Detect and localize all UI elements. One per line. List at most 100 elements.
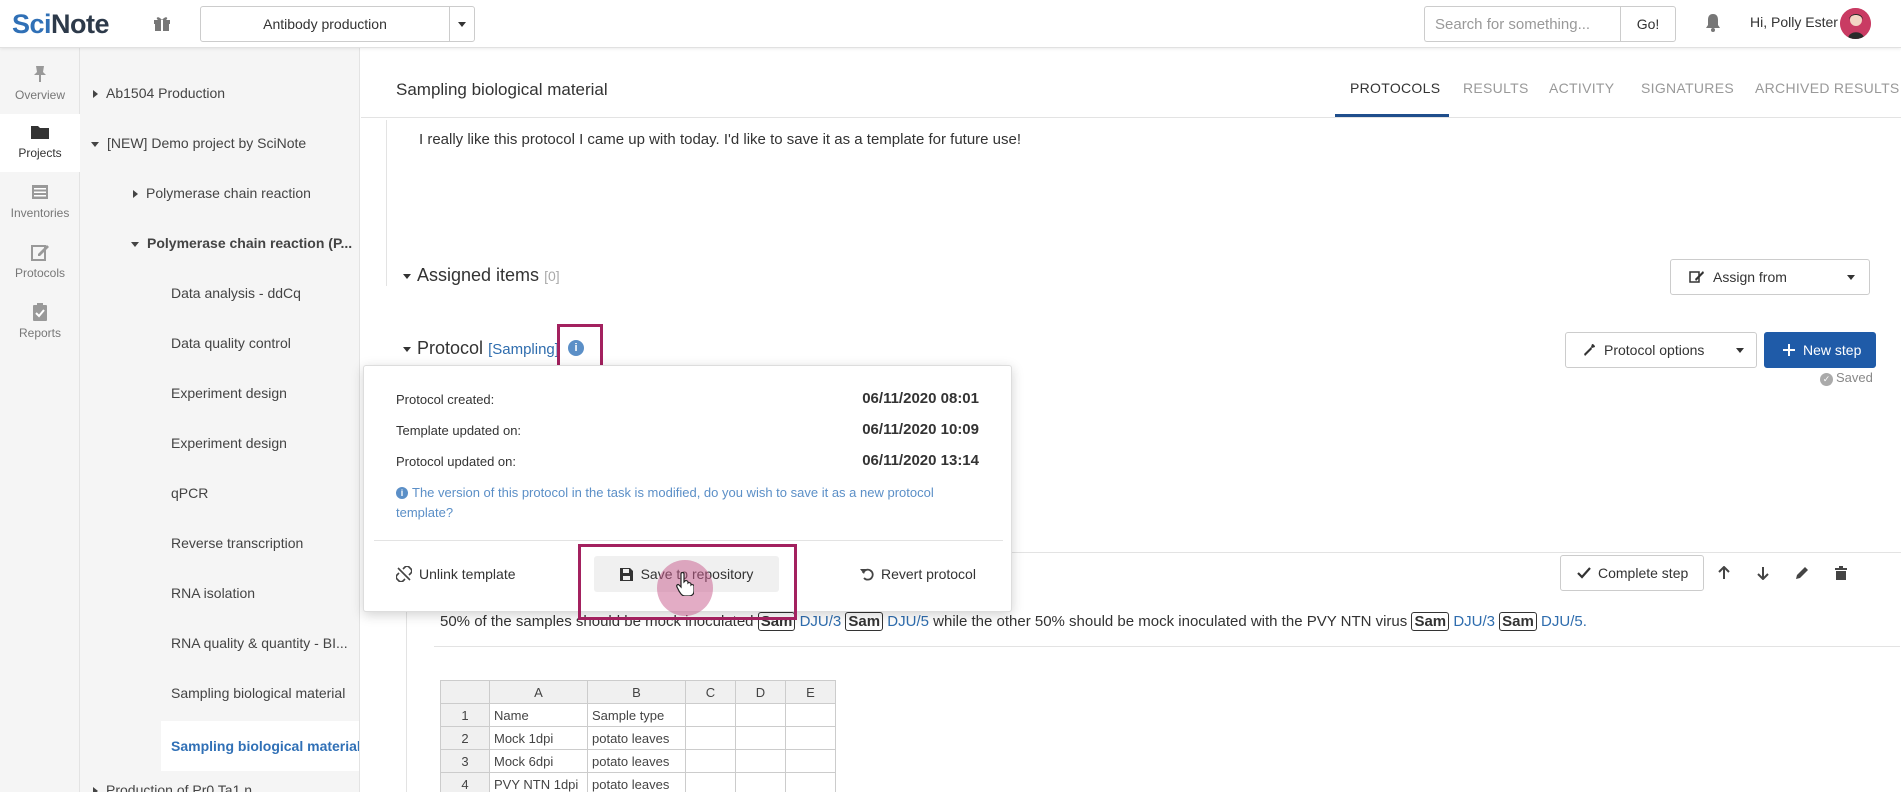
caret-right-icon[interactable] — [93, 787, 98, 792]
table-cell[interactable]: Sample type — [587, 703, 686, 727]
template-updated-value: 06/11/2020 10:09 — [862, 421, 979, 438]
nav-protocols[interactable]: Protocols — [0, 234, 80, 292]
sample-tag: Sam — [1411, 612, 1450, 631]
table-header-row: A B C D E — [440, 680, 836, 704]
tree-item-task[interactable]: qPCR — [171, 485, 208, 501]
item-link[interactable]: DJU/3 — [1453, 613, 1495, 630]
table-cell[interactable]: potato leaves — [587, 749, 686, 773]
new-step-button[interactable]: New step — [1764, 332, 1876, 368]
column-header[interactable]: A — [489, 680, 588, 704]
search-go-button[interactable]: Go! — [1620, 6, 1676, 42]
table-cell[interactable] — [735, 772, 786, 792]
caret-down-icon[interactable] — [403, 346, 411, 352]
chevron-down-icon[interactable] — [449, 7, 474, 41]
caret-right-icon[interactable] — [133, 190, 138, 199]
tab-protocols[interactable]: PROTOCOLS — [1350, 80, 1440, 96]
table-cell[interactable] — [685, 726, 736, 750]
scinote-logo[interactable]: SciNote — [12, 9, 110, 40]
table-cell[interactable]: PVY NTN 1dpi — [489, 772, 588, 792]
project-select[interactable]: Antibody production — [200, 6, 475, 42]
tree-item-task[interactable]: Data analysis - ddCq — [171, 285, 301, 301]
table-row: 2 Mock 1dpi potato leaves — [440, 726, 836, 750]
tree-item[interactable]: [NEW] Demo project by SciNote — [91, 135, 306, 151]
protocol-options-button[interactable]: Protocol options — [1565, 332, 1757, 368]
caret-right-icon[interactable] — [93, 90, 98, 99]
table-cell[interactable] — [785, 703, 836, 727]
item-link[interactable]: DJU/3 — [800, 613, 842, 630]
tree-item[interactable]: Polymerase chain reaction — [133, 185, 311, 201]
tab-signatures[interactable]: SIGNATURES — [1641, 80, 1734, 96]
tree-item-task-active[interactable]: Sampling biological material — [161, 721, 359, 771]
step-table[interactable]: A B C D E 1 Name Sample type 2 Mock 1dpi… — [440, 680, 836, 792]
caret-down-icon[interactable] — [131, 241, 139, 247]
tree-item-task[interactable]: RNA quality & quantity - BI... — [171, 635, 348, 651]
move-down-icon[interactable] — [1749, 559, 1777, 587]
caret-down-icon[interactable] — [91, 141, 99, 147]
user-greeting[interactable]: Hi, Polly Ester — [1750, 14, 1838, 30]
table-cell[interactable] — [735, 726, 786, 750]
gift-icon[interactable] — [152, 13, 172, 33]
nav-reports[interactable]: Reports — [0, 294, 80, 352]
nav-projects[interactable]: Projects — [0, 114, 80, 172]
table-row: 1 Name Sample type — [440, 703, 836, 727]
column-header[interactable]: C — [685, 680, 736, 704]
unlink-template-button[interactable]: Unlink template — [396, 556, 516, 592]
hand-cursor-icon — [676, 572, 694, 596]
table-cell[interactable] — [785, 726, 836, 750]
assigned-items-header[interactable]: Assigned items [0] — [403, 265, 560, 286]
pin-icon — [34, 66, 46, 82]
table-cell[interactable] — [685, 703, 736, 727]
column-header[interactable]: D — [735, 680, 786, 704]
tree-item-task[interactable]: Experiment design — [171, 435, 287, 451]
assign-from-button[interactable]: Assign from — [1670, 259, 1870, 295]
tab-archived-results[interactable]: ARCHIVED RESULTS — [1755, 80, 1900, 96]
tree-item-task[interactable]: Reverse transcription — [171, 535, 303, 551]
row-header[interactable]: 2 — [440, 726, 490, 750]
tab-results[interactable]: RESULTS — [1463, 80, 1529, 96]
table-cell[interactable]: Mock 1dpi — [489, 726, 588, 750]
pencil-icon[interactable] — [1788, 559, 1816, 587]
tab-activity[interactable]: ACTIVITY — [1549, 80, 1614, 96]
column-header[interactable]: E — [785, 680, 836, 704]
tree-item-task[interactable]: RNA isolation — [171, 585, 255, 601]
tree-item-task[interactable]: Data quality control — [171, 335, 291, 351]
table-cell[interactable]: Name — [489, 703, 588, 727]
tree-item[interactable]: Ab1504 Production — [93, 85, 225, 101]
table-cell[interactable]: potato leaves — [587, 726, 686, 750]
table-cell[interactable] — [785, 749, 836, 773]
clipboard-icon — [33, 303, 47, 321]
undo-icon — [860, 568, 874, 581]
column-header[interactable]: B — [587, 680, 686, 704]
row-header[interactable]: 3 — [440, 749, 490, 773]
table-cell[interactable] — [735, 749, 786, 773]
avatar[interactable] — [1840, 8, 1871, 39]
tree-item[interactable]: Production of Pr0 Ta1 n... — [93, 782, 264, 792]
complete-step-button[interactable]: Complete step — [1560, 555, 1704, 591]
table-cell[interactable]: Mock 6dpi — [489, 749, 588, 773]
task-description: I really like this protocol I came up wi… — [419, 131, 1022, 148]
bell-icon[interactable] — [1704, 13, 1722, 33]
protocol-template-link[interactable]: [Sampling] — [488, 341, 559, 358]
list-icon — [32, 185, 48, 199]
trash-icon[interactable] — [1827, 559, 1855, 587]
row-header[interactable]: 1 — [440, 703, 490, 727]
search-input[interactable] — [1424, 6, 1621, 42]
table-cell[interactable] — [785, 772, 836, 792]
table-cell[interactable] — [685, 772, 736, 792]
table-cell[interactable]: potato leaves — [587, 772, 686, 792]
nav-inventories[interactable]: Inventories — [0, 174, 80, 232]
item-link[interactable]: DJU/5 — [887, 613, 929, 630]
protocol-header[interactable]: Protocol [Sampling] — [403, 338, 559, 359]
row-header[interactable]: 4 — [440, 772, 490, 792]
move-up-icon[interactable] — [1710, 559, 1738, 587]
table-cell[interactable] — [735, 703, 786, 727]
tree-item[interactable]: Polymerase chain reaction (P... — [131, 235, 352, 251]
tree-item-task[interactable]: Experiment design — [171, 385, 287, 401]
divider — [434, 646, 1900, 647]
nav-overview[interactable]: Overview — [0, 56, 80, 114]
caret-down-icon[interactable] — [403, 273, 411, 279]
tree-item-task[interactable]: Sampling biological material — [171, 685, 345, 701]
item-link[interactable]: DJU/5. — [1541, 613, 1587, 630]
table-cell[interactable] — [685, 749, 736, 773]
revert-protocol-button[interactable]: Revert protocol — [860, 556, 976, 592]
